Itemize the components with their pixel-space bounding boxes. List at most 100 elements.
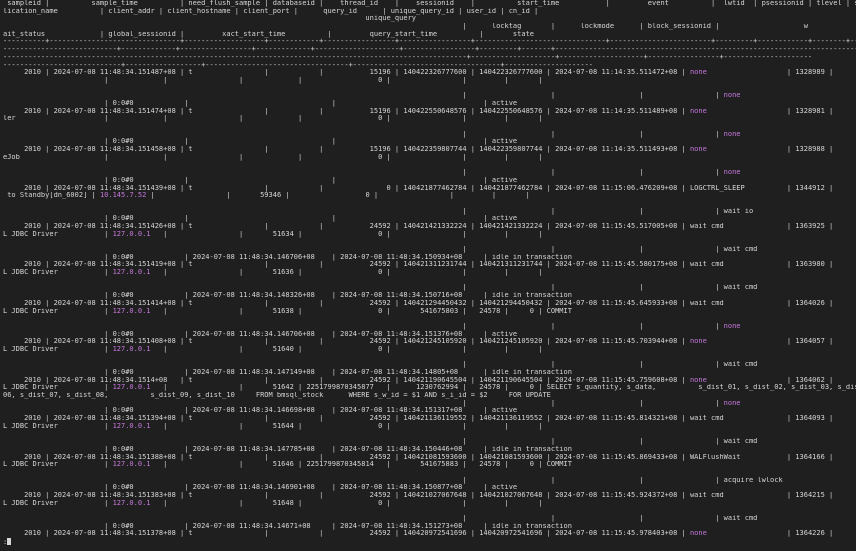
terminal-text: | 1328989 | | 0 | 0 | 10 | Asp (786, 69, 834, 77)
terminal-text: 2010 | 2024-07-08 11:48:34.151414+08 | t… (24, 299, 834, 307)
terminal-text: ----------+-----------------------------… (3, 38, 856, 46)
terminal-text: 2010 | 2024-07-08 11:48:34.151458+08 | t… (3, 146, 690, 154)
terminal-text: L JDBC Driver | (3, 499, 113, 507)
terminal-text: 2010 | 2024-07-08 11:48:34.151383+08 | t… (24, 492, 834, 499)
terminal-line: | 0:0#0 | 2024-07-08 11:48:34.146706+08 … (3, 254, 856, 262)
terminal-text: | | 51644 | 0 | | | | (150, 422, 543, 430)
terminal-text: | 1328988 | | 0 | 0 | 10 | Percentil (786, 146, 834, 154)
terminal-text: | | | | wait io (3, 207, 754, 215)
terminal-window[interactable]: sampleid | sample_time | need_flush_samp… (0, 0, 856, 551)
terminal-line: 2010 | 2024-07-08 11:48:34.151474+08 | t… (3, 108, 856, 116)
terminal-line: | | | | 0 | | | | (3, 77, 856, 85)
terminal-text: L JDBC Driver | (3, 384, 113, 392)
terminal-line: | 0:0#0 | | | active (3, 215, 856, 223)
terminal-text: 2010 | 2024-07-08 11:48:34.151394+08 | t… (24, 415, 834, 423)
terminal-text: 2010 | 2024-07-08 11:48:34.151474+08 | t… (3, 107, 690, 115)
terminal-text: | | 51636 | 0 | | | | (150, 269, 543, 277)
terminal-line: 2010 | 2024-07-08 11:48:34.151439+08 | t… (3, 185, 856, 193)
terminal-line: | | | | wait io (3, 208, 856, 216)
terminal-text: | | | | wait cmd (3, 284, 758, 292)
terminal-line: L JDBC Driver | 127.0.0.1 | | 51640 | 0 … (3, 346, 856, 354)
terminal-text: | | 51640 | 0 | | | | (150, 345, 543, 353)
terminal-line: | | | | wait cmd (3, 361, 856, 369)
terminal-line: | 0:0#0 | 2024-07-08 11:48:34.146706+08 … (3, 331, 856, 339)
terminal-text: | | | | wait cmd (3, 361, 758, 369)
terminal-text: | 0:0#0 | 2024-07-08 11:48:34.146901+08 … (3, 484, 518, 492)
terminal-line: | | | | wait cmd (3, 246, 856, 254)
terminal-line: ---------------------------+------------… (3, 46, 856, 54)
terminal-line: 2010 | 2024-07-08 11:48:34.151394+08 | t… (3, 415, 856, 423)
highlighted-value: none (723, 399, 741, 407)
highlighted-value: none (723, 322, 741, 330)
terminal-text: | | | | wait cmd (3, 246, 758, 253)
terminal-line: | | | | none (3, 169, 856, 177)
terminal-line: 2010 | 2024-07-08 11:48:34.151458+08 | t… (3, 146, 856, 154)
terminal-line: 2010 | 2024-07-08 11:48:34.151378+08 | t… (3, 530, 856, 538)
terminal-line: | | | | none (3, 131, 856, 139)
highlighted-value: none (723, 169, 741, 177)
terminal-text: | | 59346 | 0 | | | | (146, 192, 530, 200)
terminal-line: | 0:0#0 | 2024-07-08 11:48:34.147149+08 … (3, 369, 856, 377)
terminal-text: ----------------------------------------… (3, 53, 813, 61)
terminal-line: 2010 | 2024-07-08 11:48:34.151426+08 | t… (3, 223, 856, 231)
terminal-text: sampleid | sample_time | need_flush_samp… (7, 0, 856, 7)
pager-cursor[interactable] (7, 538, 12, 546)
terminal-text: | | | | (3, 322, 724, 330)
terminal-text: L JDBC Driver | (3, 269, 113, 277)
terminal-text: ait_status | global_sessionid | xact_sta… (3, 30, 535, 38)
terminal-line: 2010 | 2024-07-08 11:48:34.151487+08 | t… (3, 69, 856, 77)
terminal-line: | | | | none (3, 400, 856, 408)
terminal-text: | 0:0#0 | 2024-07-08 11:48:34.146698+08 … (3, 407, 518, 415)
terminal-line: | | | | none (3, 92, 856, 100)
terminal-text: | 1364057 | | 0 | 0 | 24578 | PostgreSQ (786, 338, 834, 346)
terminal-line: lication_name | client_addr | client_hos… (3, 8, 856, 16)
terminal-line: ler | | | | 0 | | | | (3, 115, 856, 123)
terminal-text: 2010 | 2024-07-08 11:48:34.151487+08 | t… (3, 69, 690, 77)
terminal-text: | 0:0#0 | 2024-07-08 11:48:34.147785+08 … (3, 445, 572, 453)
highlighted-value: none (689, 376, 707, 384)
terminal-text: L JDBC Driver | (3, 345, 113, 353)
highlighted-value: 127.0.0.1 (112, 461, 151, 469)
terminal-text: L JDBC Driver | (3, 461, 113, 469)
terminal-line: L JDBC Driver | 127.0.0.1 | | 51636 | 0 … (3, 269, 856, 277)
terminal-line: sampleid | sample_time | need_flush_samp… (3, 0, 856, 8)
terminal-text: | | 51634 | 0 | | | | (150, 230, 543, 238)
terminal-text: 2010 | 2024-07-08 11:48:34.151419+08 | t… (24, 261, 834, 269)
terminal-text: lication_name | client_addr | client_hos… (3, 7, 539, 15)
terminal-text: eJob | | | | 0 | | | | (3, 153, 543, 161)
terminal-text: | | | | (3, 130, 724, 138)
terminal-line: | 0:0#0 | | | active (3, 177, 856, 185)
terminal-text: L JDBC Driver | (3, 307, 113, 315)
terminal-line: 2010 | 2024-07-08 11:48:34.151388+08 | t… (3, 454, 856, 462)
terminal-text: ----------------------------+-----------… (3, 61, 594, 69)
terminal-text: ler | | | | 0 | | | | (3, 115, 543, 123)
terminal-line: ait_status | global_sessionid | xact_sta… (3, 31, 856, 39)
terminal-text: 06, s_dist_07, s_dist_08, s_dist_09, s_d… (3, 392, 551, 400)
terminal-text: 2010 | 2024-07-08 11:48:34.151439+08 | t… (24, 184, 834, 192)
terminal-line: to Standby[dn_6002] | 10.145.7.52 | | 59… (3, 192, 856, 200)
terminal-line: | 0:0#0 | 2024-07-08 11:48:34.148326+08 … (3, 292, 856, 300)
terminal-text: 2010 | 2024-07-08 11:48:34.151388+08 | t… (24, 453, 834, 461)
terminal-line: | 0:0#0 | | | active (3, 100, 856, 108)
terminal-text: | | 51648 | 0 | | | | (150, 499, 543, 507)
terminal-text: 2010 | 2024-07-08 11:48:34.151378+08 | t… (3, 530, 690, 538)
terminal-text: | 0:0#0 | | | active (3, 215, 518, 223)
terminal-text: | | | | (3, 399, 724, 407)
terminal-text: | 0:0#0 | 2024-07-08 11:48:34.147149+08 … (3, 369, 572, 376)
terminal-line: 2010 | 2024-07-08 11:48:34.151408+08 | t… (3, 338, 856, 346)
terminal-line: | 0:0#0 | | | active (3, 138, 856, 146)
highlighted-value: 127.0.0.1 (112, 307, 151, 315)
terminal-text: | | | | (3, 169, 724, 177)
terminal-text: 2010 | 2024-07-08 11:48:34.1514+08 | t |… (3, 376, 690, 384)
highlighted-value: none (689, 530, 707, 538)
terminal-text: | 0:0#0 | 2024-07-08 11:48:34.14671+08 |… (3, 522, 572, 530)
terminal-line: | | | | wait cmd (3, 284, 856, 292)
terminal-text: | | | | 0 | | | | (3, 76, 543, 84)
highlighted-value: none (723, 92, 741, 100)
terminal-text: | 0:0#0 | 2024-07-08 11:48:34.148326+08 … (3, 292, 572, 300)
